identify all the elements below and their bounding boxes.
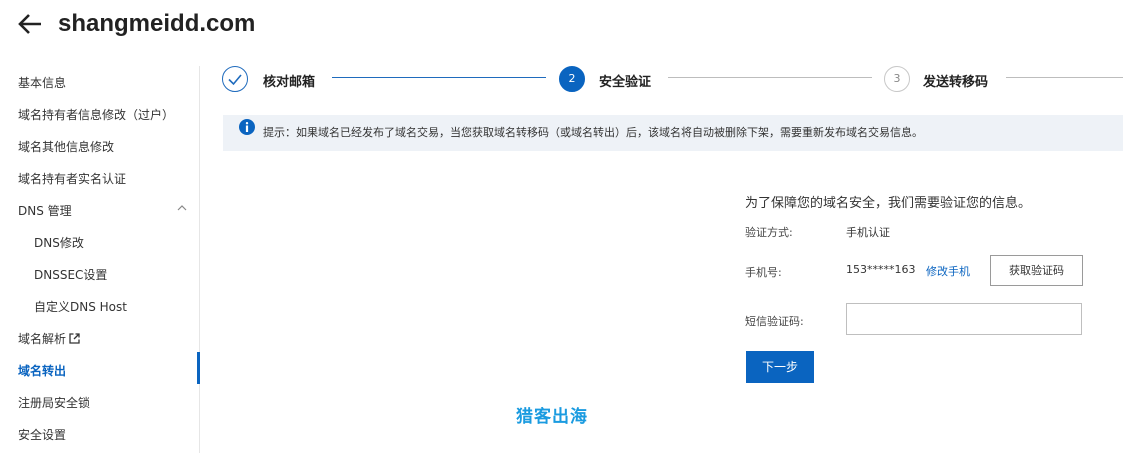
step-connector-1 xyxy=(332,77,546,78)
change-phone-link[interactable]: 修改手机 xyxy=(926,263,970,279)
sidebar-item-dns-modify[interactable]: DNS修改 xyxy=(34,233,84,253)
progress-steps: 核对邮箱 2 安全验证 3 发送转移码 xyxy=(222,62,1123,96)
external-link-icon xyxy=(69,333,80,344)
sidebar-item-security-settings[interactable]: 安全设置 xyxy=(18,425,66,445)
step-connector-2 xyxy=(668,77,872,78)
sms-code-label: 短信验证码: xyxy=(745,315,804,328)
method-label: 验证方式: xyxy=(745,226,793,239)
notice-text: 提示：如果域名已经发布了域名交易，当您获取域名转移码（或域名转出）后，该域名将自… xyxy=(263,126,923,139)
step-2-label: 安全验证 xyxy=(599,75,652,90)
active-indicator xyxy=(197,352,200,384)
sidebar-item-label: 域名解析 xyxy=(18,332,67,346)
sidebar-item-custom-dns-host[interactable]: 自定义DNS Host xyxy=(34,297,127,317)
info-icon xyxy=(239,119,255,135)
step-connector-3 xyxy=(1006,77,1123,78)
notice-banner: 提示：如果域名已经发布了域名交易，当您获取域名转移码（或域名转出）后，该域名将自… xyxy=(223,115,1123,151)
sidebar: 基本信息 域名持有者信息修改（过户） 域名其他信息修改 域名持有者实名认证 DN… xyxy=(0,66,200,453)
sidebar-item-domain-transfer[interactable]: 域名转出 xyxy=(18,361,66,381)
next-button[interactable]: 下一步 xyxy=(746,351,814,383)
sidebar-item-dns-management[interactable]: DNS 管理 xyxy=(18,201,72,221)
sidebar-item-other-info[interactable]: 域名其他信息修改 xyxy=(18,137,114,157)
page-header: shangmeidd.com xyxy=(16,6,255,42)
step-3-circle: 3 xyxy=(884,66,910,92)
chevron-up-icon[interactable] xyxy=(177,203,187,213)
method-value: 手机认证 xyxy=(846,226,890,239)
sidebar-item-holder-change[interactable]: 域名持有者信息修改（过户） xyxy=(18,105,174,125)
phone-label: 手机号: xyxy=(745,266,782,279)
watermark-logo: 猎客出海 xyxy=(516,407,588,427)
sidebar-item-basic-info[interactable]: 基本信息 xyxy=(18,73,66,93)
step-2-circle: 2 xyxy=(559,66,585,92)
back-arrow-icon[interactable] xyxy=(16,10,44,38)
sidebar-item-real-name[interactable]: 域名持有者实名认证 xyxy=(18,169,126,189)
sidebar-item-dns-resolve[interactable]: 域名解析 xyxy=(18,329,80,349)
checkmark-icon xyxy=(228,74,242,86)
sidebar-item-registry-lock[interactable]: 注册局安全锁 xyxy=(18,393,90,413)
phone-value: 153*****163 xyxy=(846,263,916,276)
form-intro: 为了保障您的域名安全，我们需要验证您的信息。 xyxy=(745,196,1032,211)
step-1-circle xyxy=(222,66,248,92)
sms-code-input[interactable] xyxy=(846,303,1082,335)
step-3-label: 发送转移码 xyxy=(923,75,989,90)
sidebar-item-dnssec[interactable]: DNSSEC设置 xyxy=(34,265,107,285)
step-1-label: 核对邮箱 xyxy=(263,75,316,90)
page-title: shangmeidd.com xyxy=(58,10,256,37)
get-code-button[interactable]: 获取验证码 xyxy=(990,255,1083,286)
